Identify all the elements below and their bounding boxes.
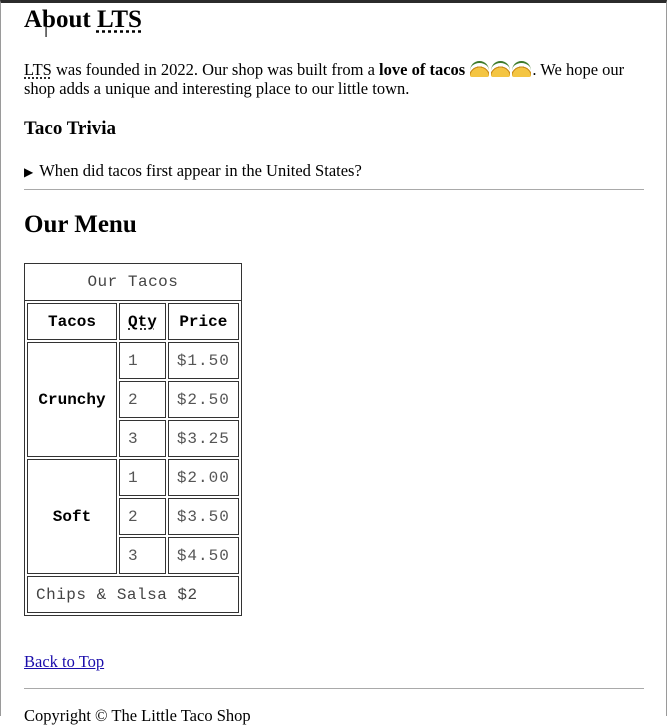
trivia-heading: Taco Trivia	[24, 118, 117, 139]
price-cell: $3.25	[167, 420, 239, 457]
price-cell: $1.50	[167, 342, 239, 379]
trivia-disclosure[interactable]: ▶ When did tacos first appear in the Unit…	[24, 161, 362, 181]
group-label-soft: Soft	[27, 459, 117, 574]
price-cell: $4.50	[167, 537, 239, 574]
taco-icon	[512, 61, 532, 77]
group-label-crunchy: Crunchy	[27, 342, 117, 457]
trivia-question: When did tacos first appear in the Unite…	[39, 161, 362, 180]
qty-cell: 2	[119, 381, 166, 418]
taco-icon	[470, 61, 490, 77]
table-caption: Our Tacos	[24, 263, 242, 300]
qty-cell: 3	[119, 420, 166, 457]
table-footer-row: Chips & Salsa $2	[27, 576, 239, 613]
qty-cell: 1	[119, 459, 166, 496]
table-header-row: Tacos Qty Price	[27, 303, 239, 340]
column-header-price: Price	[167, 303, 239, 340]
qty-cell: 3	[119, 537, 166, 574]
column-header-qty[interactable]: Qty	[119, 303, 166, 340]
column-header-tacos: Tacos	[27, 303, 117, 340]
qty-cell: 1	[119, 342, 166, 379]
intro-lts-abbreviation[interactable]: LTS	[24, 60, 52, 79]
price-cell: $2.50	[167, 381, 239, 418]
price-cell: $3.50	[167, 498, 239, 535]
disclosure-triangle-icon: ▶	[24, 165, 34, 179]
back-to-top-link[interactable]: Back to Top	[24, 652, 104, 672]
lts-abbreviation[interactable]: LTS	[97, 6, 142, 33]
table-row: Soft 1 $2.00	[27, 459, 239, 574]
divider	[24, 189, 644, 190]
intro-paragraph: LTS was founded in 2022. Our shop was bu…	[24, 60, 625, 98]
table-row: Crunchy 1 $1.50	[27, 342, 239, 457]
taco-icon	[491, 61, 511, 77]
qty-cell: 2	[119, 498, 166, 535]
menu-table: Our Tacos Tacos Qty Price Crunchy 1 $1.5…	[24, 263, 242, 616]
footer-divider	[24, 688, 644, 689]
table-footer: Chips & Salsa $2	[27, 576, 239, 613]
love-of-tacos-text: love of tacos	[379, 60, 466, 79]
menu-heading: Our Menu	[24, 211, 137, 238]
price-cell: $2.00	[167, 459, 239, 496]
text-cursor-icon: I	[44, 25, 49, 41]
about-heading: About LTS	[24, 6, 142, 33]
copyright-text: Copyright © The Little Taco Shop	[24, 706, 251, 725]
